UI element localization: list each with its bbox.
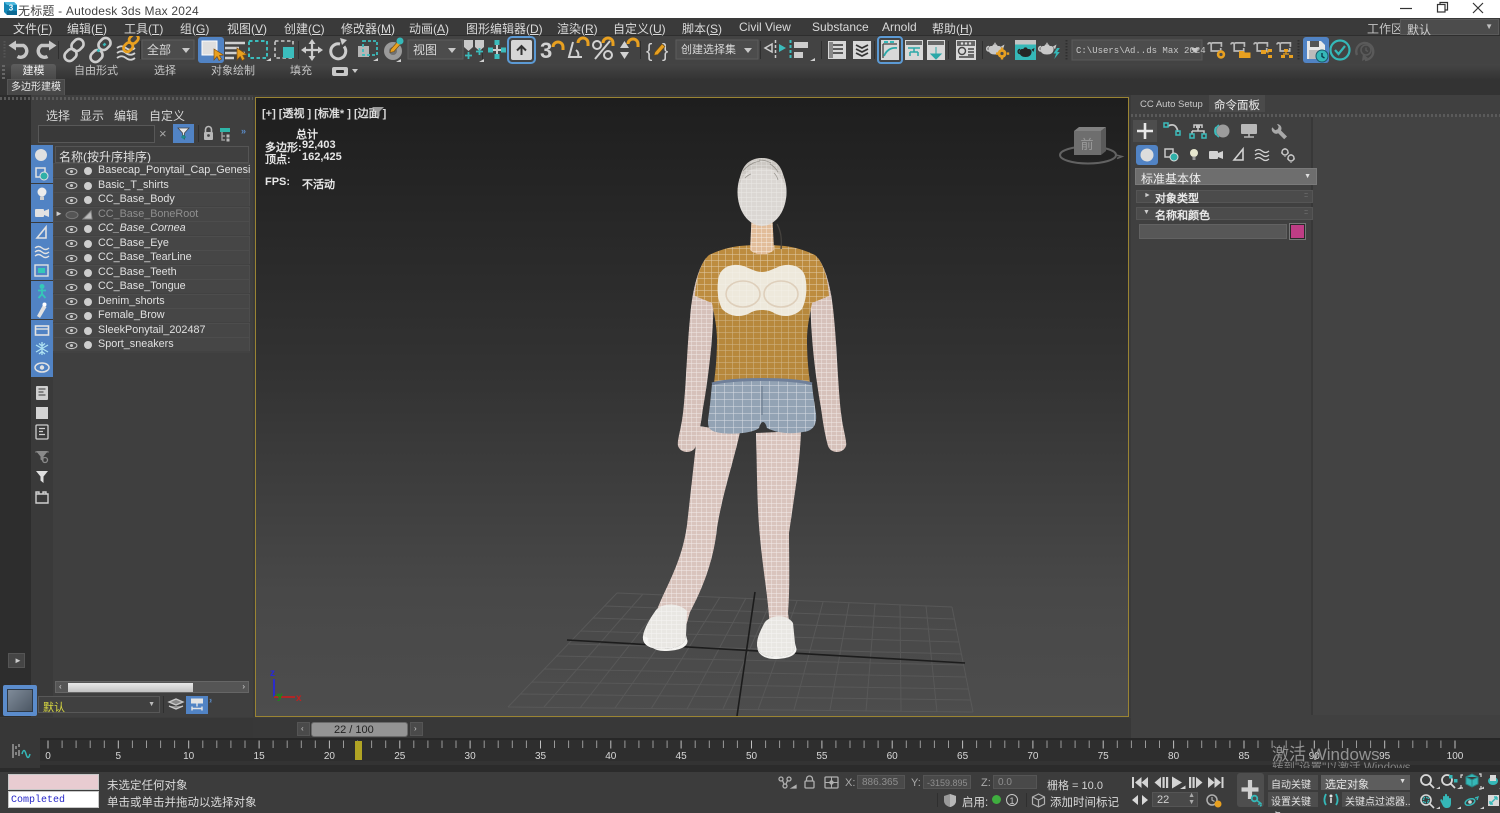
svg-text:80: 80 [1168,751,1180,762]
svg-text:20: 20 [324,751,336,762]
svg-text:5: 5 [116,751,122,762]
svg-text:视图: 视图 [413,42,437,57]
svg-text:x: x [296,693,302,704]
svg-text:{: { [646,41,653,62]
svg-text:30: 30 [465,751,477,762]
svg-text:10: 10 [183,751,195,762]
svg-text:35: 35 [535,751,547,762]
svg-text:50: 50 [746,751,758,762]
svg-text:65: 65 [957,751,969,762]
svg-text:y: y [277,691,283,702]
svg-text:40: 40 [605,751,617,762]
svg-text:75: 75 [1098,751,1110,762]
svg-text:60: 60 [887,751,899,762]
svg-text:创建选择集: 创建选择集 [681,42,736,56]
svg-text:85: 85 [1238,751,1250,762]
svg-text:}: } [662,41,668,62]
svg-text:3: 3 [540,38,552,63]
svg-text:C:\Users\Ad..ds Max 2024: C:\Users\Ad..ds Max 2024 [1076,46,1206,56]
svg-text:70: 70 [1027,751,1039,762]
svg-text:3: 3 [9,4,14,13]
svg-text:100: 100 [1447,751,1464,762]
svg-text:»: » [241,126,246,136]
svg-text:z: z [270,668,275,679]
svg-text:全部: 全部 [147,42,171,57]
svg-text:55: 55 [816,751,828,762]
svg-text:0: 0 [45,751,51,762]
svg-text:前: 前 [1080,137,1093,152]
svg-text:45: 45 [676,751,688,762]
svg-text:25: 25 [394,751,406,762]
svg-text:»: » [209,696,212,705]
svg-text:15: 15 [254,751,266,762]
